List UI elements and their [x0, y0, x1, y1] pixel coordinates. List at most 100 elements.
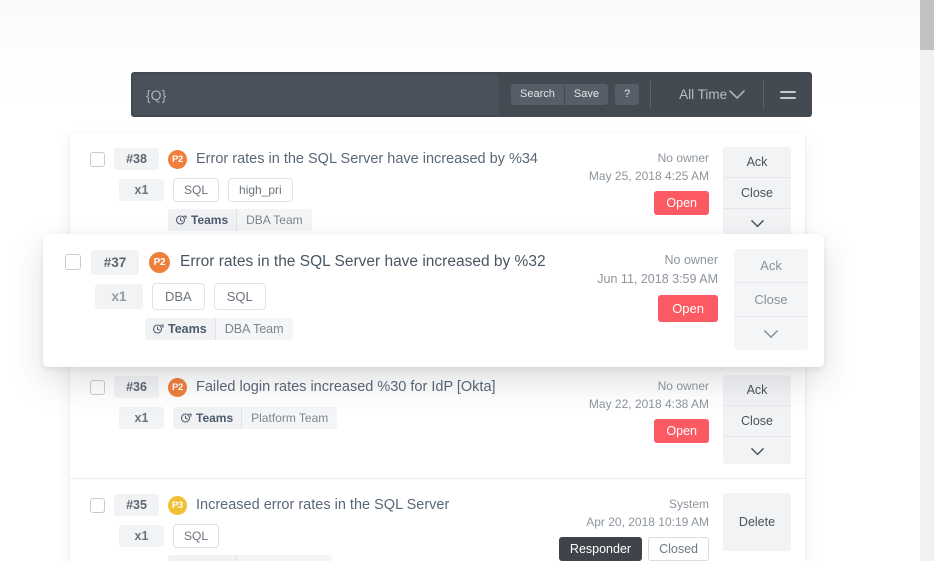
close-button[interactable]: Close — [723, 406, 791, 437]
alert-count: x1 — [95, 284, 143, 309]
teams-icon — [152, 323, 164, 335]
search-bar-actions: Search Save ? — [499, 72, 665, 117]
hamburger-icon[interactable] — [768, 72, 812, 117]
team-tag-value: Platform Team — [236, 555, 332, 561]
alert-title[interactable]: Increased error rates in the SQL Server — [196, 497, 449, 513]
alert-row-right: System Apr 20, 2018 10:19 AM Responder C… — [559, 493, 805, 561]
search-bar: {Q} Search Save ? All Time — [131, 72, 812, 117]
chevron-down-icon — [729, 90, 745, 100]
alert-tag[interactable]: DBA — [152, 283, 205, 310]
alert-owner: No owner — [573, 149, 709, 167]
team-tag-key-label: Teams — [191, 213, 228, 227]
team-tag[interactable]: Teams Platform Team — [168, 555, 332, 561]
search-divider — [650, 81, 651, 108]
alert-row-right: No owner May 25, 2018 4:25 AM Open Ack C… — [573, 147, 805, 236]
responder-badge: Responder — [559, 537, 642, 561]
alert-id: #38 — [114, 148, 159, 170]
alert-id: #35 — [114, 494, 159, 516]
close-button[interactable]: Close — [723, 178, 791, 209]
alert-count: x1 — [119, 407, 164, 429]
close-button[interactable]: Close — [734, 283, 808, 317]
alert-row-right: No owner Jun 11, 2018 3:59 AM Open Ack C… — [574, 249, 824, 350]
alert-meta: No owner May 22, 2018 4:38 AM Open — [573, 375, 723, 443]
search-button[interactable]: Search — [511, 84, 564, 105]
team-tag-value: DBA Team — [215, 318, 293, 340]
table-row-hovered[interactable]: #37 P2 Error rates in the SQL Server hav… — [43, 234, 824, 367]
status-badge: Open — [654, 191, 709, 215]
delete-button[interactable]: Delete — [723, 493, 791, 551]
ack-button[interactable]: Ack — [723, 375, 791, 406]
team-tag[interactable]: Teams DBA Team — [145, 318, 293, 340]
alert-details: #38 P2 Error rates in the SQL Server hav… — [70, 147, 573, 231]
table-row[interactable]: #36 P2 Failed login rates increased %30 … — [70, 361, 805, 479]
alert-title[interactable]: Error rates in the SQL Server have incre… — [180, 253, 546, 271]
team-tag-value: DBA Team — [236, 209, 311, 231]
alert-actions: Ack Close — [734, 249, 808, 350]
alert-tag[interactable]: high_pri — [228, 178, 293, 202]
more-actions-button[interactable] — [723, 209, 791, 236]
team-tag[interactable]: Teams DBA Team — [168, 209, 312, 231]
save-button[interactable]: Save — [564, 84, 608, 105]
alert-tag[interactable]: SQL — [173, 178, 219, 202]
status-badge: Open — [654, 419, 709, 443]
table-row[interactable]: #35 P3 Increased error rates in the SQL … — [70, 479, 805, 561]
alert-meta: No owner Jun 11, 2018 3:59 AM Open — [574, 249, 734, 322]
time-range-select[interactable]: All Time — [665, 72, 759, 117]
teams-icon — [175, 214, 187, 226]
vertical-scrollbar[interactable] — [920, 0, 934, 561]
alert-details: #37 P2 Error rates in the SQL Server hav… — [43, 249, 574, 341]
alert-owner: No owner — [573, 377, 709, 395]
help-button[interactable]: ? — [615, 84, 639, 105]
alert-meta: No owner May 25, 2018 4:25 AM Open — [573, 147, 723, 215]
alert-date: Apr 20, 2018 10:19 AM — [559, 513, 709, 531]
priority-badge: P2 — [168, 378, 187, 397]
alert-meta: System Apr 20, 2018 10:19 AM Responder C… — [559, 493, 723, 561]
alert-date: May 22, 2018 4:38 AM — [573, 395, 709, 413]
row-checkbox[interactable] — [65, 254, 81, 270]
alert-count: x1 — [119, 179, 164, 201]
alert-row-right: No owner May 22, 2018 4:38 AM Open Ack C… — [573, 375, 805, 464]
alert-actions: Ack Close — [723, 375, 791, 464]
ack-button[interactable]: Ack — [723, 147, 791, 178]
search-query-placeholder: {Q} — [146, 87, 166, 103]
alert-actions: Delete — [723, 493, 791, 551]
priority-badge: P2 — [168, 150, 187, 169]
team-tag-key-label: Teams — [196, 411, 233, 425]
alert-date: Jun 11, 2018 3:59 AM — [574, 270, 718, 289]
row-checkbox[interactable] — [90, 152, 105, 167]
status-badge: Closed — [648, 537, 709, 561]
ack-button[interactable]: Ack — [734, 249, 808, 283]
scrollbar-thumb[interactable] — [920, 0, 934, 50]
priority-badge: P2 — [149, 252, 170, 273]
team-tag-key: Teams — [173, 407, 241, 429]
team-tag-key: Teams — [168, 209, 236, 231]
alert-details: #36 P2 Failed login rates increased %30 … — [70, 375, 573, 430]
alert-count: x1 — [119, 525, 164, 547]
alert-details: #35 P3 Increased error rates in the SQL … — [70, 493, 559, 561]
team-tag-key-label: Teams — [168, 322, 207, 336]
time-range-label: All Time — [679, 87, 727, 102]
row-checkbox[interactable] — [90, 498, 105, 513]
alert-tag[interactable]: SQL — [173, 524, 219, 548]
alert-owner: No owner — [574, 251, 718, 270]
alert-date: May 25, 2018 4:25 AM — [573, 167, 709, 185]
more-actions-button[interactable] — [723, 437, 791, 464]
team-tag-key: Teams — [145, 318, 215, 340]
alert-owner: System — [559, 495, 709, 513]
more-actions-button[interactable] — [734, 317, 808, 350]
alert-title[interactable]: Error rates in the SQL Server have incre… — [196, 151, 538, 167]
teams-icon — [180, 412, 192, 424]
alert-id: #36 — [114, 376, 159, 398]
priority-badge: P3 — [168, 496, 187, 515]
alert-actions: Ack Close — [723, 147, 791, 236]
row-checkbox[interactable] — [90, 380, 105, 395]
team-tag-key: Teams — [168, 555, 236, 561]
team-tag[interactable]: Teams Platform Team — [173, 407, 337, 429]
alert-id: #37 — [91, 250, 139, 275]
search-input[interactable]: {Q} — [133, 74, 499, 115]
search-divider-2 — [763, 81, 764, 108]
alert-title[interactable]: Failed login rates increased %30 for IdP… — [196, 379, 496, 395]
alert-tag[interactable]: SQL — [214, 283, 266, 310]
status-badge: Open — [658, 295, 718, 322]
team-tag-value: Platform Team — [241, 407, 337, 429]
